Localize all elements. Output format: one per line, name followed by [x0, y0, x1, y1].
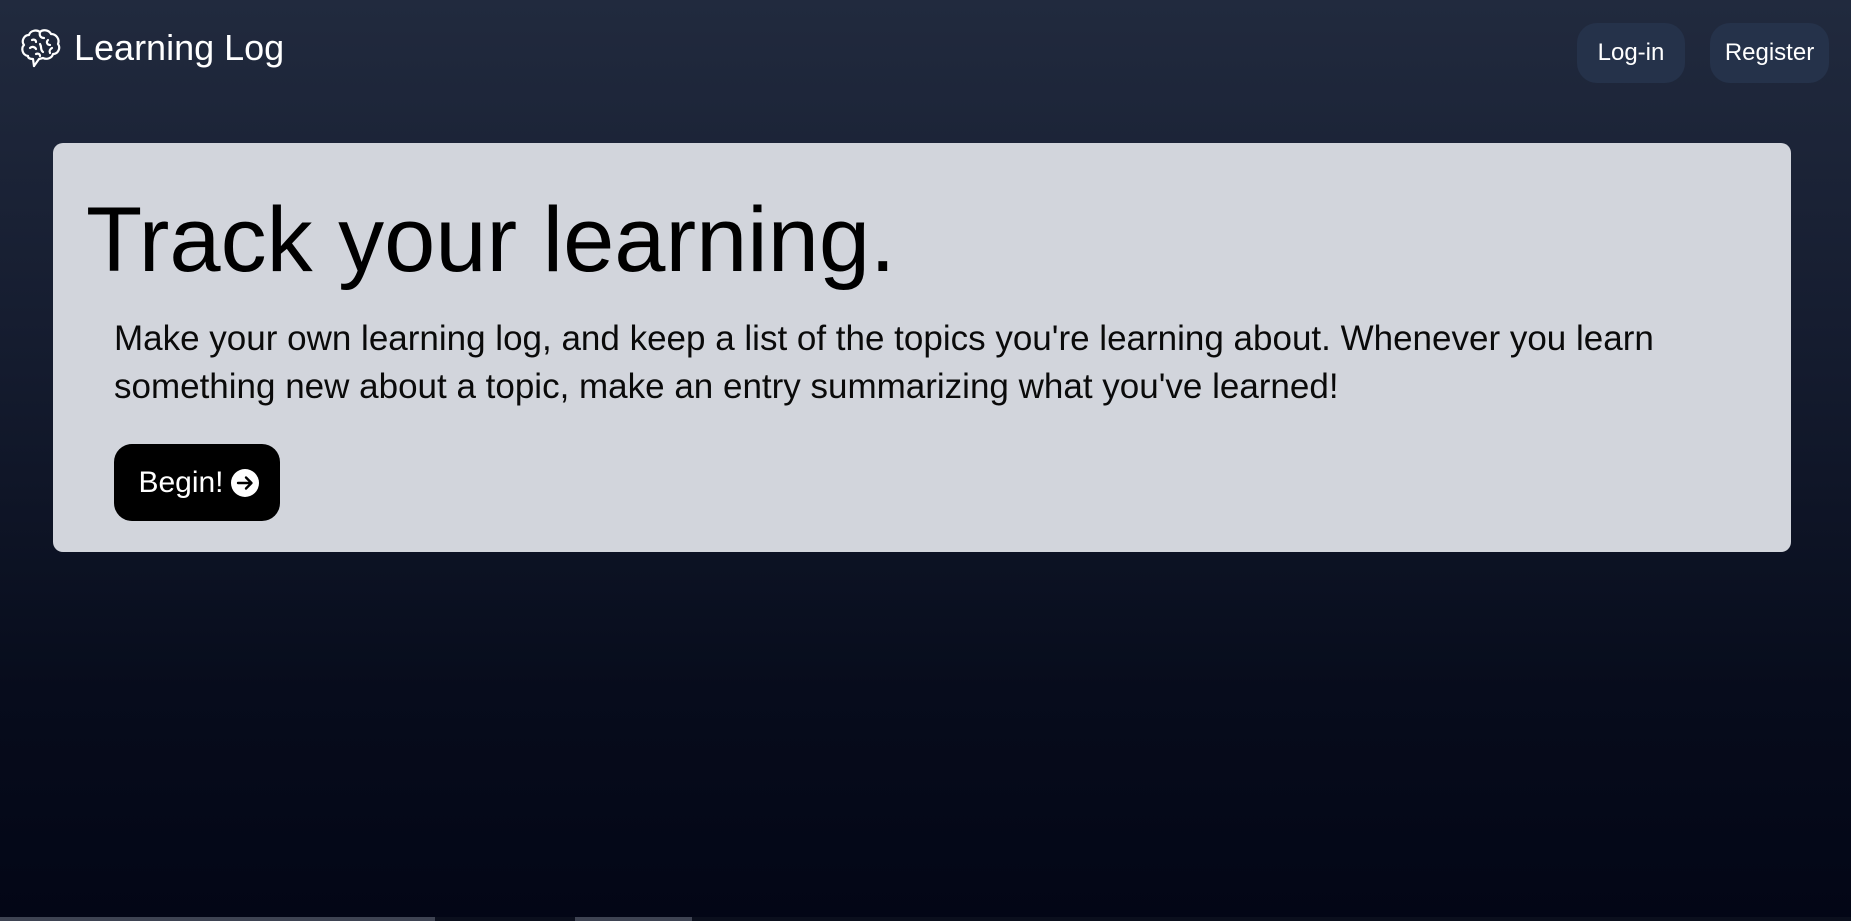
brain-icon	[18, 26, 62, 70]
hero-panel: Track your learning. Make your own learn…	[53, 143, 1791, 552]
hero-description: Make your own learning log, and keep a l…	[114, 319, 1654, 406]
top-navbar: Learning Log Log-in Register	[0, 0, 1851, 100]
hero-title: Track your learning.	[86, 189, 896, 291]
arrow-right-circle-icon	[230, 468, 260, 498]
brand-title: Learning Log	[74, 27, 285, 68]
login-button[interactable]: Log-in	[1577, 23, 1685, 83]
horizontal-scrollbar-segment	[575, 917, 692, 921]
horizontal-scrollbar-thumb[interactable]	[0, 917, 435, 921]
register-button[interactable]: Register	[1710, 23, 1829, 83]
brand-link[interactable]: Learning Log	[18, 24, 284, 72]
begin-button[interactable]: Begin!	[114, 444, 280, 521]
begin-button-label: Begin!	[138, 465, 224, 499]
